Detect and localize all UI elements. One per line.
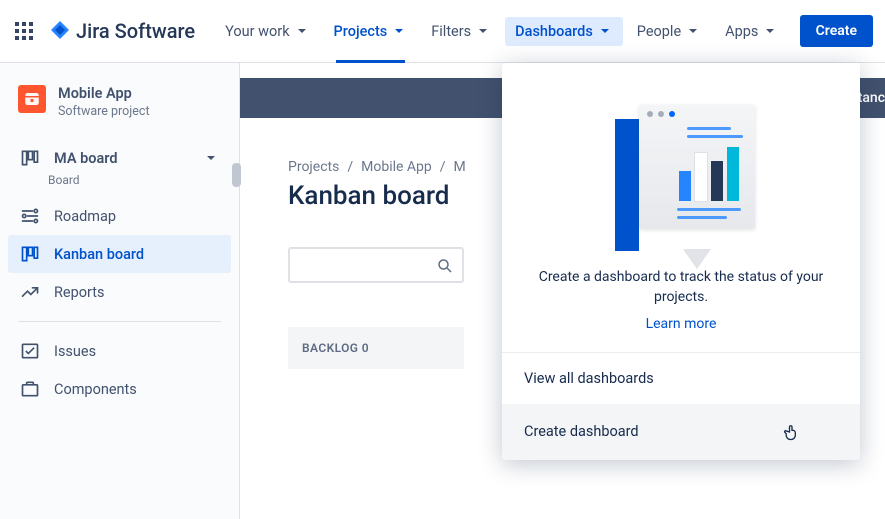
nav-your-work[interactable]: Your work	[215, 3, 319, 59]
sidebar-item-label: Components	[54, 381, 137, 398]
nav-projects[interactable]: Projects	[324, 3, 418, 59]
chevron-down-icon	[203, 150, 219, 166]
column-header-backlog: BACKLOG 0	[288, 327, 464, 369]
board-label: MA board	[54, 150, 118, 167]
jira-logo[interactable]: Jira Software	[48, 19, 195, 43]
menu-create-dashboard[interactable]: Create dashboard	[502, 404, 860, 460]
chevron-down-icon	[762, 23, 778, 39]
issues-icon	[20, 341, 40, 361]
board-icon	[20, 244, 40, 264]
search-input[interactable]	[288, 247, 464, 283]
board-icon	[20, 148, 40, 168]
dropdown-message: Create a dashboard to track the status o…	[530, 267, 832, 308]
chevron-down-icon	[294, 23, 310, 39]
cursor-pointer-icon	[782, 421, 802, 443]
chevron-down-icon	[685, 23, 701, 39]
breadcrumb-item[interactable]: Projects	[288, 159, 339, 175]
logo-text: Jira Software	[76, 19, 195, 43]
project-type: Software project	[58, 104, 150, 119]
components-icon	[20, 379, 40, 399]
reports-icon	[20, 282, 40, 302]
app-switcher-icon[interactable]	[12, 19, 36, 43]
sidebar-item-issues[interactable]: Issues	[8, 332, 231, 370]
learn-more-link[interactable]: Learn more	[530, 316, 832, 332]
project-header: Mobile App Software project	[0, 85, 239, 139]
sidebar-item-reports[interactable]: Reports	[8, 273, 231, 311]
project-name: Mobile App	[58, 85, 150, 102]
create-button[interactable]: Create	[800, 15, 873, 47]
banner-right-text: tanc	[858, 78, 885, 118]
sidebar-item-kanban[interactable]: Kanban board	[8, 235, 231, 273]
nav-apps[interactable]: Apps	[715, 3, 788, 59]
sidebar-item-label: Kanban board	[54, 246, 144, 263]
sidebar: Mobile App Software project MA board Boa…	[0, 63, 240, 519]
nav-dashboards[interactable]: Dashboards	[505, 17, 623, 46]
sidebar-item-components[interactable]: Components	[8, 370, 231, 408]
chevron-down-icon	[475, 23, 491, 39]
menu-view-all-dashboards[interactable]: View all dashboards	[502, 353, 860, 404]
sidebar-item-label: Issues	[54, 343, 96, 360]
search-icon	[436, 257, 454, 275]
roadmap-icon	[20, 206, 40, 226]
breadcrumb-item[interactable]: M	[454, 159, 466, 175]
sidebar-board-switcher[interactable]: MA board	[8, 139, 231, 177]
dashboards-dropdown: Create a dashboard to track the status o…	[502, 63, 860, 460]
project-icon	[18, 85, 46, 113]
breadcrumb-item[interactable]: Mobile App	[361, 159, 432, 175]
sidebar-item-label: Roadmap	[54, 208, 116, 225]
top-nav: Jira Software Your work Projects Filters…	[0, 0, 885, 63]
dashboard-illustration	[601, 91, 761, 251]
chevron-down-icon	[597, 23, 613, 39]
chevron-down-icon	[391, 23, 407, 39]
nav-filters[interactable]: Filters	[421, 3, 501, 59]
nav-people[interactable]: People	[627, 3, 711, 59]
sidebar-separator	[18, 321, 221, 322]
sidebar-item-label: Reports	[54, 284, 105, 301]
sidebar-item-roadmap[interactable]: Roadmap	[8, 197, 231, 235]
board-sublabel: Board	[48, 173, 231, 187]
